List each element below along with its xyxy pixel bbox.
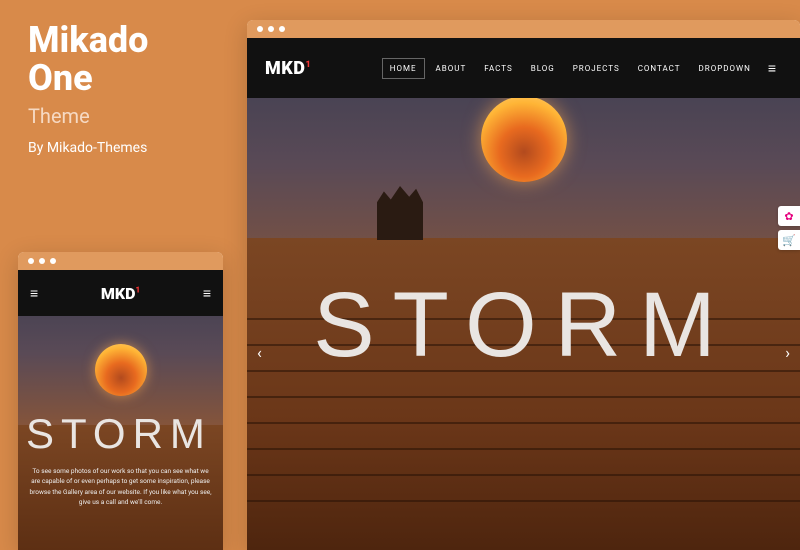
theme-subtitle: Theme [28, 104, 148, 128]
hero-ruin [377, 186, 423, 240]
cart-icon: 🛒 [782, 234, 796, 247]
hero-sun [95, 344, 147, 396]
nav-item-dropdown[interactable]: DROPDOWN [692, 59, 758, 78]
theme-name: Mikado One [28, 22, 148, 98]
window-dot [39, 258, 45, 264]
nav-item-about[interactable]: ABOUT [429, 59, 474, 78]
slider-next-button[interactable]: › [785, 343, 790, 362]
window-dot [268, 26, 274, 32]
logo-text: MKD [101, 284, 136, 303]
hamburger-icon[interactable]: ≡ [30, 285, 38, 302]
mobile-navbar: ≡ MKD1 ≡ [18, 270, 223, 316]
browser-titlebar [247, 20, 800, 38]
theme-name-line1: Mikado [28, 19, 148, 61]
theme-byline: By Mikado-Themes [28, 140, 148, 156]
theme-name-line2: One [28, 57, 93, 99]
hamburger-icon[interactable]: ≡ [762, 56, 782, 81]
site-logo[interactable]: MKD1 [101, 284, 140, 303]
chevron-right-icon: › [785, 343, 790, 362]
mobile-preview-window: ≡ MKD1 ≡ STORM To see some photos of our… [18, 252, 223, 550]
hero-headline: STORM [313, 273, 734, 378]
logo-text: MKD [265, 58, 305, 79]
nav-item-facts[interactable]: FACTS [477, 59, 520, 78]
window-dot [50, 258, 56, 264]
nav-menu: HOME ABOUT FACTS BLOG PROJECTS CONTACT D… [382, 56, 782, 81]
browser-titlebar [18, 252, 223, 270]
hamburger-icon[interactable]: ≡ [203, 285, 211, 302]
window-dot [257, 26, 263, 32]
nav-item-projects[interactable]: PROJECTS [566, 59, 627, 78]
theme-title-block: Mikado One Theme By Mikado-Themes [28, 22, 148, 156]
nav-item-home[interactable]: HOME [382, 58, 425, 79]
desktop-preview-window: MKD1 HOME ABOUT FACTS BLOG PROJECTS CONT… [247, 20, 800, 550]
window-dot [279, 26, 285, 32]
nav-item-blog[interactable]: BLOG [524, 59, 562, 78]
settings-badge[interactable]: ✿ [778, 206, 800, 226]
desktop-viewport: MKD1 HOME ABOUT FACTS BLOG PROJECTS CONT… [247, 38, 800, 550]
nav-item-contact[interactable]: CONTACT [631, 59, 688, 78]
gear-icon: ✿ [784, 210, 793, 223]
window-dot [28, 258, 34, 264]
hero-blurb: To see some photos of our work so that y… [28, 466, 213, 508]
side-badge-stack: ✿ 🛒 [778, 206, 800, 250]
cart-badge[interactable]: 🛒 [778, 230, 800, 250]
chevron-left-icon: ‹ [257, 343, 262, 362]
site-logo[interactable]: MKD1 [265, 58, 311, 79]
hero-sun [481, 96, 567, 182]
mobile-viewport: ≡ MKD1 ≡ STORM To see some photos of our… [18, 270, 223, 550]
slider-prev-button[interactable]: ‹ [257, 343, 262, 362]
hero-headline: STORM [26, 410, 212, 458]
desktop-navbar: MKD1 HOME ABOUT FACTS BLOG PROJECTS CONT… [247, 38, 800, 98]
